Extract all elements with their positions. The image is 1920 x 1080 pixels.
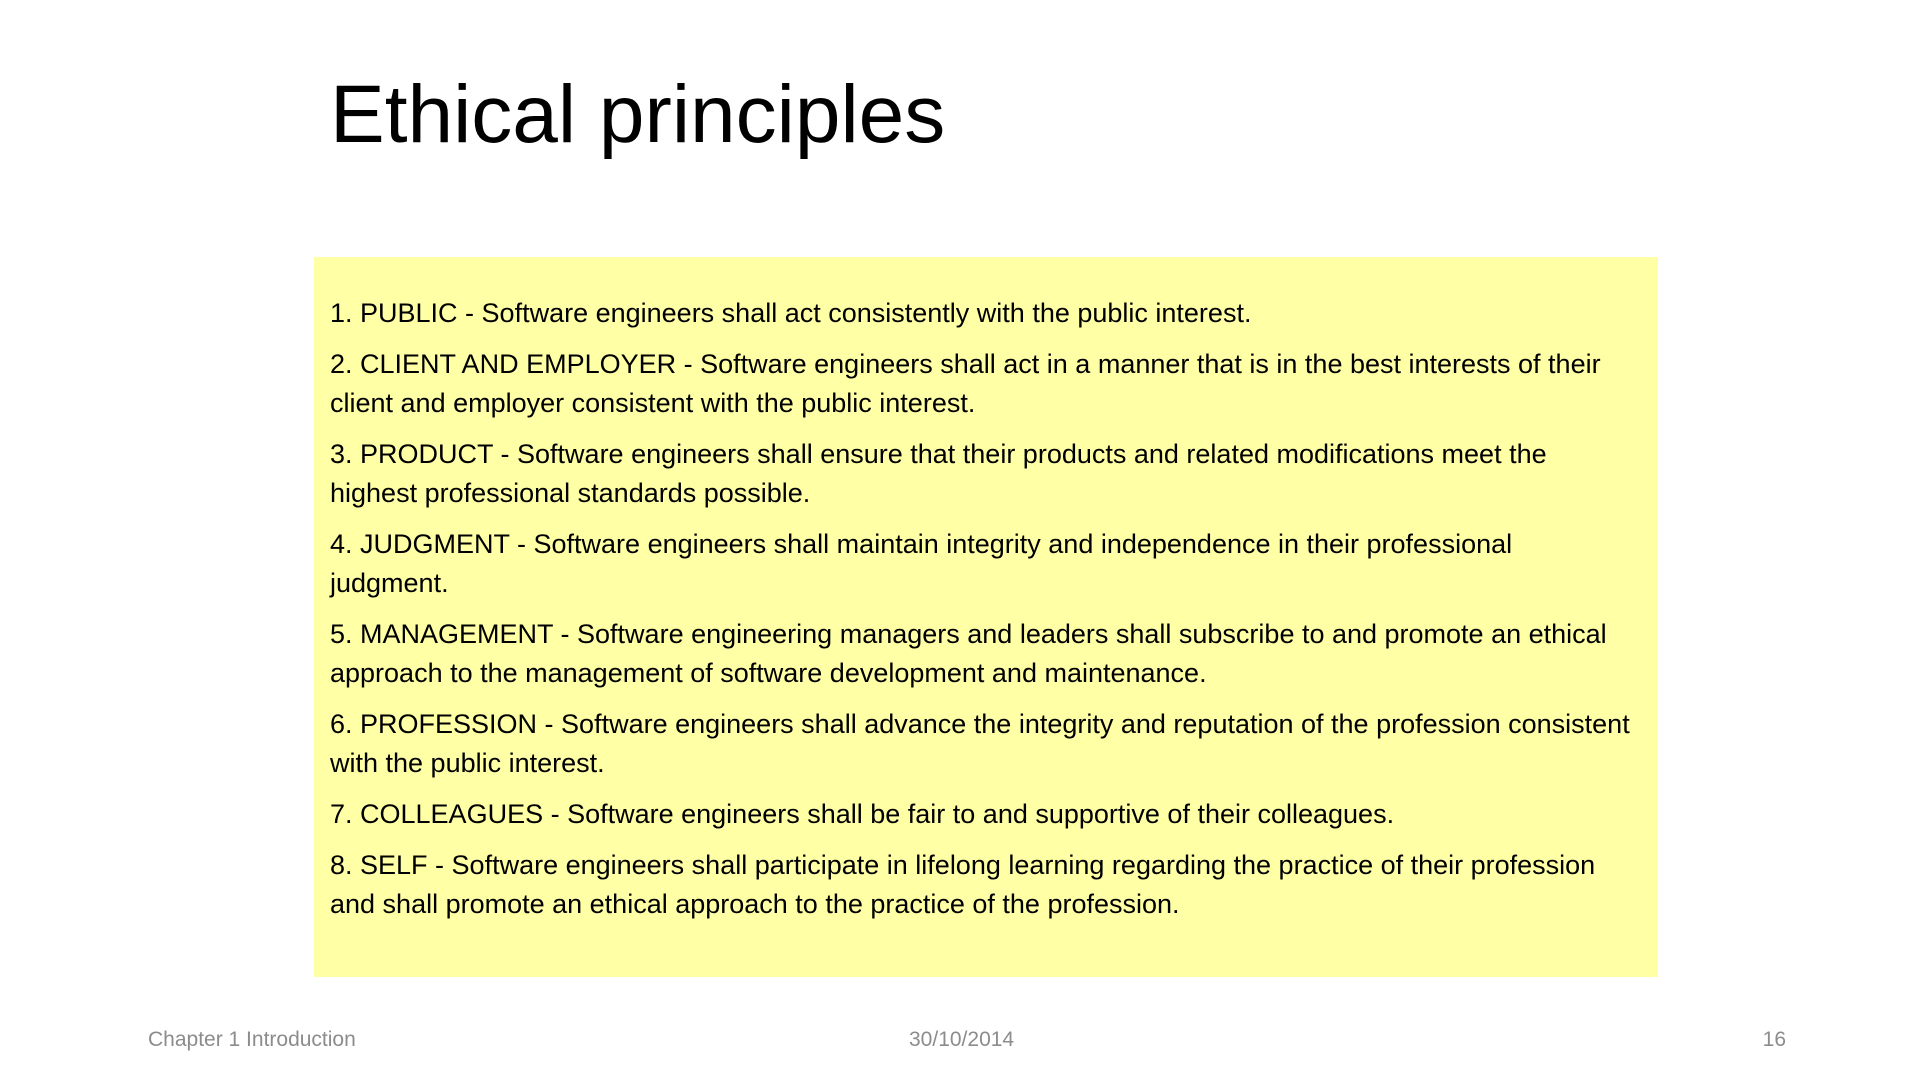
footer-chapter: Chapter 1 Introduction	[148, 1028, 356, 1051]
footer-page-number: 16	[1762, 1028, 1786, 1051]
principle-public: 1. PUBLIC - Software engineers shall act…	[330, 298, 1252, 328]
principles-box: 1. PUBLIC - Software engineers shall act…	[314, 257, 1658, 977]
principle-judgment: 4. JUDGMENT - Software engineers shall m…	[330, 529, 1513, 598]
principle-client-and-employer: 2. CLIENT AND EMPLOYER - Software engine…	[330, 349, 1601, 418]
principle-product: 3. PRODUCT - Software engineers shall en…	[330, 439, 1547, 508]
principle-self: 8. SELF - Software engineers shall parti…	[330, 850, 1596, 919]
slide-title: Ethical principles	[330, 69, 946, 160]
principle-management: 5. MANAGEMENT - Software engineering man…	[330, 619, 1607, 688]
principle-colleagues: 7. COLLEAGUES - Software engineers shall…	[330, 799, 1395, 829]
principle-profession: 6. PROFESSION - Software engineers shall…	[330, 709, 1630, 778]
principle-list: 1. PUBLIC - Software engineers shall act…	[330, 294, 1638, 924]
footer-date: 30/10/2014	[909, 1028, 1015, 1051]
